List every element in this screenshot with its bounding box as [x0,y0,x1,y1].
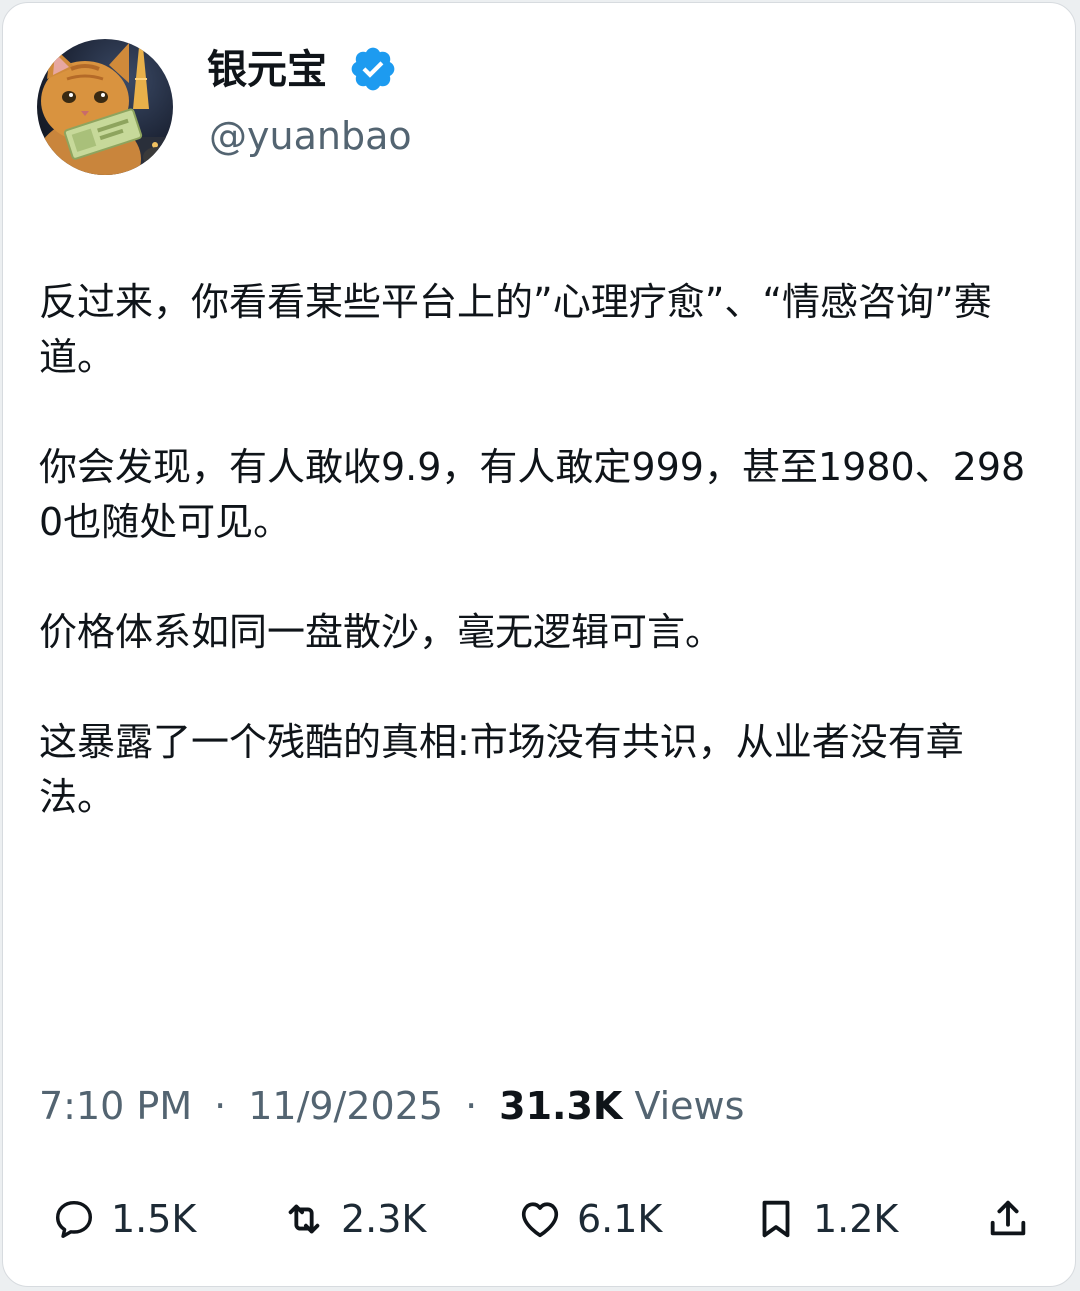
share-button[interactable] [985,1189,1031,1249]
reply-button[interactable]: 1.5K [51,1189,196,1249]
verified-badge-icon [348,44,398,94]
reply-icon [55,1200,93,1238]
meta-separator: · [214,1084,227,1128]
bookmark-count: 1.2K [813,1197,899,1241]
like-button[interactable]: 6.1K [517,1189,662,1249]
views-count: 31.3K [499,1084,623,1128]
tweet-paragraph: 你会发现，有人敢收9.9，有人敢定999，甚至1980、2980也随处可见。 [39,445,1026,544]
bookmark-button[interactable]: 1.2K [753,1189,898,1249]
views-label: Views [634,1084,745,1128]
display-name[interactable]: 银元宝 [207,43,327,97]
tweet-card: 银元宝 @yuanbao 反过来，你看看某些平台上的”心理疗愈”、“情感咨询”赛… [2,2,1076,1287]
tweet-paragraph: 反过来，你看看某些平台上的”心理疗愈”、“情感咨询”赛道。 [39,280,992,379]
share-icon [990,1200,1026,1236]
retweet-button[interactable]: 2.3K [281,1189,426,1249]
tweet-paragraph: 价格体系如同一盘散沙，毫无逻辑可言。 [39,610,724,654]
avatar[interactable] [37,39,173,175]
action-bar: 1.5K 2.3K 6.1K 1.2K [3,1189,1077,1249]
user-handle[interactable]: @yuanbao [209,111,412,161]
reply-count: 1.5K [111,1197,197,1241]
meta-separator: · [465,1084,478,1128]
retweet-count: 2.3K [341,1197,427,1241]
tweet-paragraph: 这暴露了一个残酷的真相:市场没有共识，从业者没有章法。 [39,720,964,819]
heart-icon [521,1202,559,1238]
like-count: 6.1K [577,1197,663,1241]
retweet-icon [288,1204,320,1234]
cat-avatar-icon [37,39,173,175]
tweet-meta: 7:10 PM · 11/9/2025 · 31.3K Views [39,1081,744,1131]
bookmark-icon [762,1200,790,1238]
tweet-date[interactable]: 11/9/2025 [248,1084,443,1128]
tweet-text: 反过来，你看看某些平台上的”心理疗愈”、“情感咨询”赛道。 你会发现，有人敢收9… [39,275,1039,880]
tweet-time[interactable]: 7:10 PM [39,1084,192,1128]
